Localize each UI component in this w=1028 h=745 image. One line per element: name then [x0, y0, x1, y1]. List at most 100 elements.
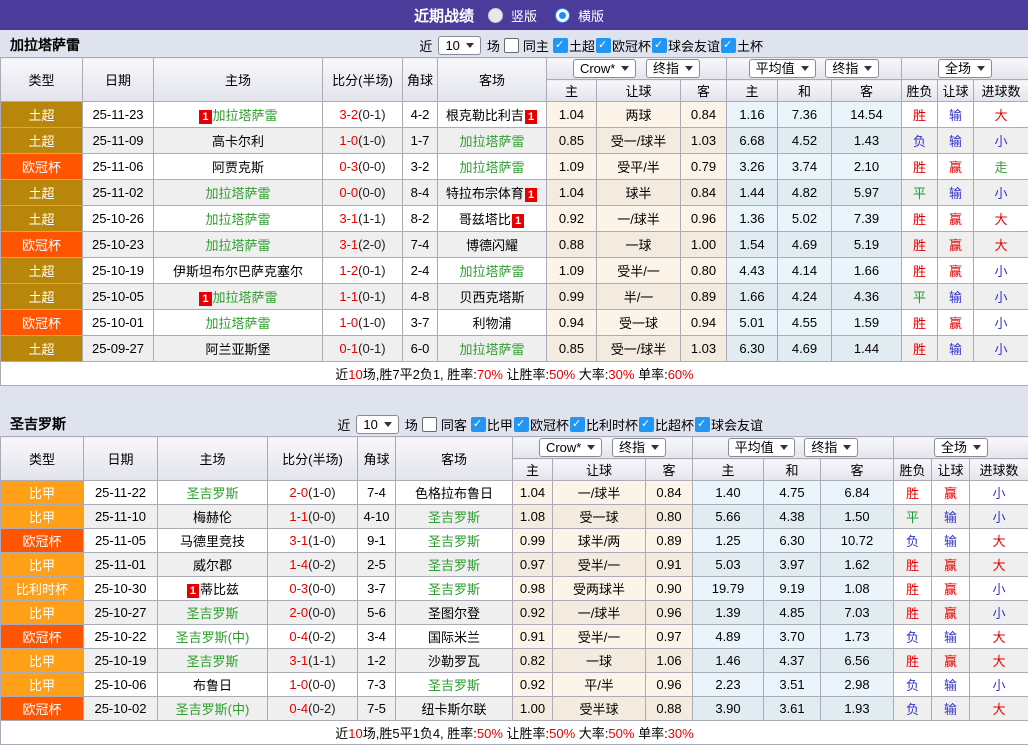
- match-count-select[interactable]: 10: [356, 415, 398, 434]
- summary-cell: 近10场,胜5平1负4, 胜率:50% 让胜率:50% 大率:50% 单率:30…: [1, 721, 1028, 745]
- team-name-link[interactable]: 圣吉罗斯: [428, 534, 480, 549]
- summary-text: 让胜率:: [503, 726, 549, 741]
- summary-text: 场,胜7平2负1, 胜率:: [363, 367, 477, 382]
- team-name-link[interactable]: 梅赫伦: [193, 510, 232, 525]
- col-header-crow-handicap: 让球: [597, 80, 681, 102]
- team-name-link[interactable]: 圣吉罗斯: [428, 510, 480, 525]
- team-name-link[interactable]: 威尔郡: [193, 558, 232, 573]
- team-name-link[interactable]: 加拉塔萨雷: [459, 342, 524, 357]
- away-team-cell: 圣吉罗斯: [396, 553, 513, 577]
- team-name-link[interactable]: 加拉塔萨雷: [205, 238, 270, 253]
- team-name-link[interactable]: 加拉塔萨雷: [213, 108, 278, 123]
- team-name-link[interactable]: 加拉塔萨雷: [459, 264, 524, 279]
- crow-away-odds-cell: 0.88: [646, 697, 693, 721]
- team-name-link[interactable]: 国际米兰: [428, 630, 480, 645]
- full-time-score: 1-0: [339, 133, 358, 148]
- chevron-down-icon: [651, 445, 659, 450]
- team-name-link[interactable]: 高卡尔利: [212, 134, 264, 149]
- team-name-link[interactable]: 蒂比兹: [200, 582, 239, 597]
- team-name-link[interactable]: 加拉塔萨雷: [459, 134, 524, 149]
- odds-stage-select[interactable]: 终指: [612, 438, 666, 457]
- match-row: 比利时杯25-10-301蒂比兹0-3(0-0)3-7圣吉罗斯0.98受两球半0…: [1, 577, 1028, 601]
- date-cell: 25-11-09: [83, 128, 154, 154]
- team-name-link[interactable]: 圣图尔登: [428, 606, 480, 621]
- avg-stage-select[interactable]: 终指: [825, 59, 879, 78]
- team-name-link[interactable]: 圣吉罗斯: [186, 486, 238, 501]
- league-checkbox[interactable]: [639, 417, 654, 432]
- score-cell: 1-1(0-0): [268, 505, 358, 529]
- team-name-link[interactable]: 特拉布宗体育: [446, 186, 524, 201]
- team-name-link[interactable]: 圣吉罗斯: [428, 558, 480, 573]
- corner-cell: 5-6: [358, 601, 396, 625]
- team-name-link[interactable]: 加拉塔萨雷: [205, 186, 270, 201]
- avg-home-odds-cell: 3.26: [727, 154, 778, 180]
- league-checkbox[interactable]: [695, 417, 710, 432]
- crow-away-odds-cell: 0.84: [681, 102, 727, 128]
- full-match-select[interactable]: 全场: [934, 438, 988, 457]
- summary-text: 10: [348, 726, 362, 741]
- team-name-link[interactable]: 博德闪耀: [466, 238, 518, 253]
- league-type-cell: 土超: [1, 128, 83, 154]
- team-name-link[interactable]: 圣吉罗斯: [186, 654, 238, 669]
- odds-company-select[interactable]: Crow*: [573, 59, 636, 78]
- team-name-link[interactable]: 哥兹塔比: [459, 212, 511, 227]
- league-checkbox[interactable]: [596, 38, 611, 53]
- league-checkbox[interactable]: [570, 417, 585, 432]
- team-name-link[interactable]: 色格拉布鲁日: [415, 486, 493, 501]
- crow-away-odds-cell: 0.94: [681, 310, 727, 336]
- avg-away-odds-cell: 1.43: [832, 128, 902, 154]
- odds-company-select[interactable]: Crow*: [539, 438, 602, 457]
- league-checkbox[interactable]: [514, 417, 529, 432]
- away-team-cell: 国际米兰: [396, 625, 513, 649]
- outcome-goals-result-cell: 大: [970, 553, 1028, 577]
- league-checkbox-label: 欧冠杯: [612, 36, 651, 55]
- league-checkbox[interactable]: [721, 38, 736, 53]
- corner-cell: 8-4: [403, 180, 438, 206]
- team-name-link[interactable]: 马德里竞技: [180, 534, 245, 549]
- chevron-down-icon: [843, 445, 851, 450]
- outcome-goals-result-cell: 小: [970, 481, 1028, 505]
- same-home-checkbox[interactable]: [504, 38, 519, 53]
- team-name-link[interactable]: 根克勒比利吉: [446, 108, 524, 123]
- team-name-link[interactable]: 布鲁日: [193, 678, 232, 693]
- date-cell: 25-10-19: [84, 649, 158, 673]
- team-name-link[interactable]: 加拉塔萨雷: [459, 160, 524, 175]
- team-name-link[interactable]: 伊斯坦布尔巴萨克塞尔: [173, 264, 303, 279]
- crow-home-odds-cell: 0.94: [547, 310, 597, 336]
- outcome-goals-result-cell: 大: [974, 232, 1028, 258]
- team-name-link[interactable]: 加拉塔萨雷: [205, 316, 270, 331]
- team-name-link[interactable]: 纽卡斯尔联: [421, 702, 486, 717]
- team-name-link[interactable]: 加拉塔萨雷: [213, 290, 278, 305]
- team-name-link[interactable]: 圣吉罗斯(中): [176, 630, 250, 645]
- team-name-link[interactable]: 圣吉罗斯(中): [176, 702, 250, 717]
- outcome-result-cell: 平: [894, 505, 932, 529]
- team-name-link[interactable]: 阿贾克斯: [212, 160, 264, 175]
- match-count-select[interactable]: 10: [438, 36, 480, 55]
- team-name-link[interactable]: 贝西克塔斯: [459, 290, 524, 305]
- team-name-link[interactable]: 圣吉罗斯: [186, 606, 238, 621]
- full-time-score: 0-0: [339, 185, 358, 200]
- crow-handicap-line-cell: 受一球: [597, 310, 681, 336]
- team-name-link[interactable]: 圣吉罗斯: [428, 582, 480, 597]
- full-match-select[interactable]: 全场: [938, 59, 992, 78]
- home-team-cell: 威尔郡: [158, 553, 268, 577]
- league-checkbox[interactable]: [553, 38, 568, 53]
- team-name-link[interactable]: 利物浦: [472, 316, 511, 331]
- team-name-link[interactable]: 沙勒罗瓦: [428, 654, 480, 669]
- avg-source-select[interactable]: 平均值: [749, 59, 816, 78]
- summary-text: 大率:: [575, 726, 608, 741]
- league-checkbox[interactable]: [652, 38, 667, 53]
- full-time-score: 1-0: [289, 677, 308, 692]
- avg-home-odds-cell: 1.16: [727, 102, 778, 128]
- avg-stage-select[interactable]: 终指: [804, 438, 858, 457]
- same-away-checkbox[interactable]: [422, 417, 437, 432]
- radio-vertical-layout[interactable]: [488, 8, 503, 23]
- avg-source-select[interactable]: 平均值: [728, 438, 795, 457]
- team-name-link[interactable]: 圣吉罗斯: [428, 678, 480, 693]
- summary-text: 10: [348, 367, 362, 382]
- radio-horizontal-layout[interactable]: [555, 8, 570, 23]
- team-name-link[interactable]: 阿兰亚斯堡: [205, 342, 270, 357]
- league-checkbox[interactable]: [471, 417, 486, 432]
- team-name-link[interactable]: 加拉塔萨雷: [205, 212, 270, 227]
- odds-stage-select[interactable]: 终指: [646, 59, 700, 78]
